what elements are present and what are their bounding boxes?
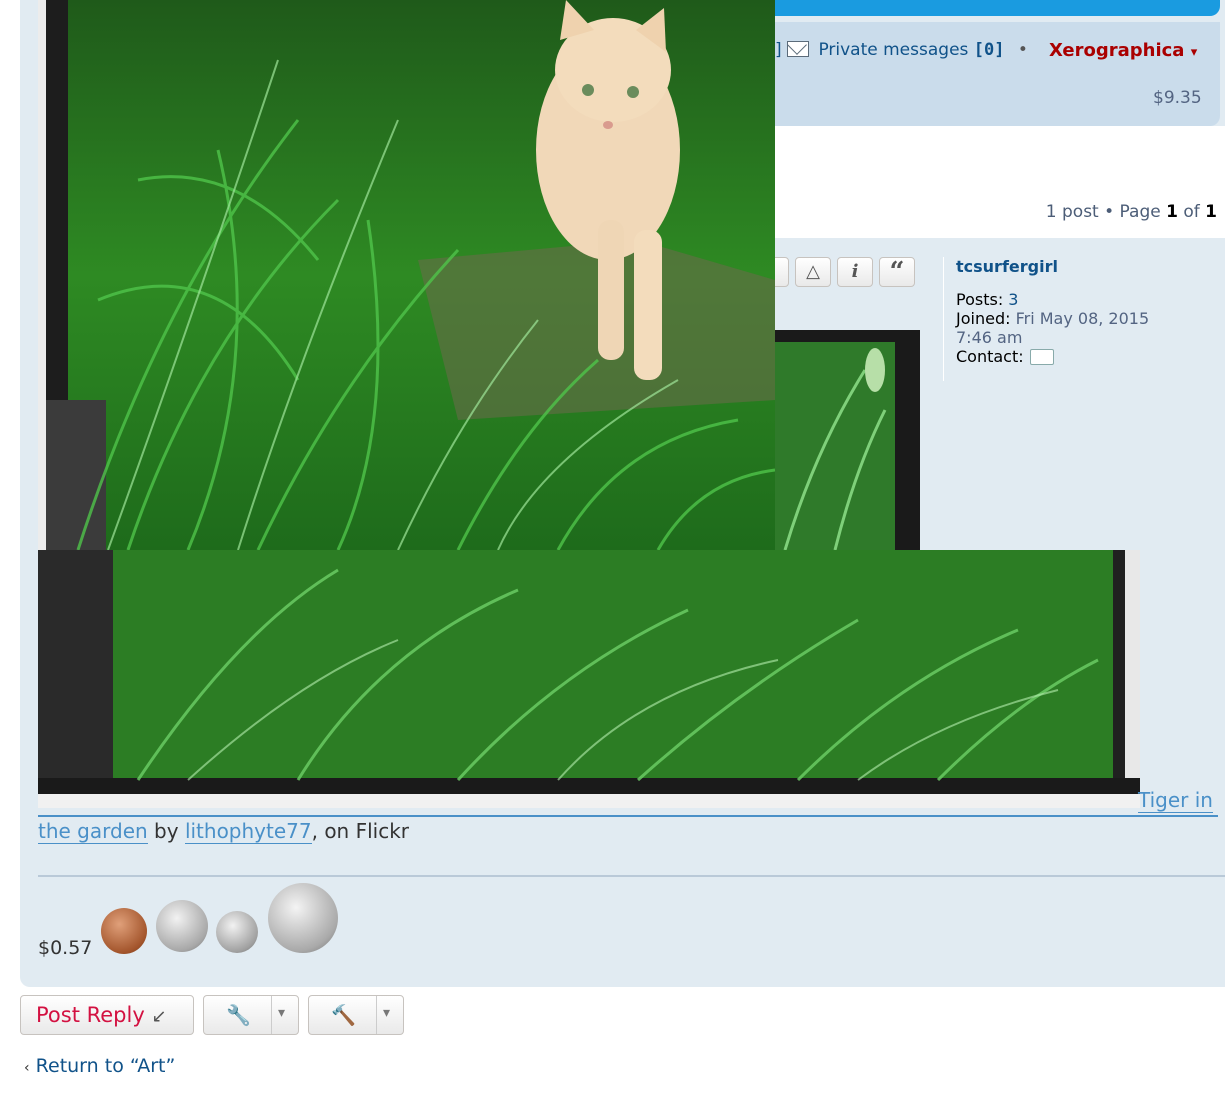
post-reply-label: Post Reply	[36, 1003, 145, 1027]
photo-title-link-cont[interactable]: the garden	[38, 819, 148, 844]
joined-date: Fri May 08, 2015	[1015, 309, 1150, 328]
contact-label: Contact:	[956, 347, 1024, 366]
top-header-bar	[775, 0, 1220, 16]
photo-title-link[interactable]: Tiger in	[1138, 788, 1213, 813]
nickel-icon	[156, 900, 208, 952]
poster-username[interactable]: tcsurfergirl	[956, 257, 1149, 276]
post-reply-button[interactable]: Post Reply ↙	[20, 995, 194, 1035]
moderator-tools-button[interactable]: 🔨 ▾	[308, 995, 404, 1035]
poster-posts: Posts: 3	[956, 290, 1149, 309]
gavel-icon: 🔨	[331, 1003, 356, 1027]
chevron-down-icon: ▾	[278, 1005, 286, 1021]
quote-button[interactable]: “	[879, 257, 915, 287]
return-link-label: Return to “Art”	[35, 1055, 176, 1077]
caption-on-flickr: , on Flickr	[311, 819, 410, 843]
poster-contact: Contact:	[956, 347, 1149, 366]
cat-in-grass-photo	[38, 0, 775, 550]
nav-separator: •	[1017, 40, 1028, 60]
photo-caption: the garden by lithophyte77, on Flickr	[38, 819, 410, 844]
photo-fragment-right	[775, 330, 920, 550]
poster-profile: tcsurfergirl Posts: 3 Joined: Fri May 08…	[943, 257, 1149, 381]
post-photo[interactable]	[38, 0, 775, 550]
pagination-text: 1 post • Page	[1045, 202, 1167, 222]
caption-by: by	[154, 819, 179, 843]
money-amount: $0.57	[38, 937, 93, 959]
button-divider	[271, 996, 272, 1034]
chevron-down-icon: ▾	[1190, 45, 1198, 60]
info-button[interactable]: i	[837, 257, 873, 287]
topic-tools-button[interactable]: 🔧 ▾	[203, 995, 299, 1035]
caption-underline	[38, 815, 1218, 817]
dime-icon	[216, 911, 258, 953]
pagination-of: of	[1177, 202, 1206, 222]
private-messages-count: [0]	[973, 40, 1005, 60]
report-icon: △	[806, 261, 820, 282]
pagination-total: 1	[1205, 202, 1217, 222]
photo-lower-band	[38, 550, 1140, 808]
wrench-icon: 🔧	[226, 1003, 251, 1027]
navigation-bar	[775, 22, 1220, 126]
private-messages-link[interactable]: ] Private messages [0] •	[775, 40, 1028, 60]
joined-label: Joined:	[956, 309, 1011, 328]
quarter-icon	[268, 883, 338, 953]
contact-icon[interactable]	[1029, 349, 1054, 365]
username-menu[interactable]: Xerographica ▾	[1049, 40, 1197, 61]
posts-label: Posts:	[956, 290, 1004, 309]
flickr-title-link-part1[interactable]: Tiger in	[1138, 788, 1213, 813]
chevron-left-icon: ‹	[24, 1060, 30, 1076]
author-link[interactable]: lithophyte77	[184, 819, 312, 844]
account-balance: $9.35	[1153, 88, 1202, 108]
truncated-bracket: ]	[775, 40, 782, 60]
pagination-current: 1	[1166, 202, 1178, 222]
reply-arrow-icon: ↙	[151, 1006, 167, 1027]
posts-count-link[interactable]: 3	[1008, 290, 1018, 309]
quote-icon: “	[889, 257, 905, 287]
return-to-forum-link[interactable]: ‹ Return to “Art”	[24, 1055, 175, 1077]
chevron-down-icon: ▾	[383, 1005, 391, 1021]
button-divider	[376, 996, 377, 1034]
pagination: 1 post • Page 1 of 1	[1046, 202, 1217, 222]
signature-divider	[38, 875, 1225, 877]
poster-joined: Joined: Fri May 08, 2015	[956, 309, 1149, 328]
info-icon: i	[851, 261, 859, 282]
envelope-icon	[787, 41, 810, 57]
report-button[interactable]: △	[795, 257, 831, 287]
joined-time: 7:46 am	[956, 328, 1023, 347]
username-label: Xerographica	[1049, 40, 1185, 61]
private-messages-label: Private messages	[818, 40, 969, 60]
penny-icon	[101, 908, 147, 954]
